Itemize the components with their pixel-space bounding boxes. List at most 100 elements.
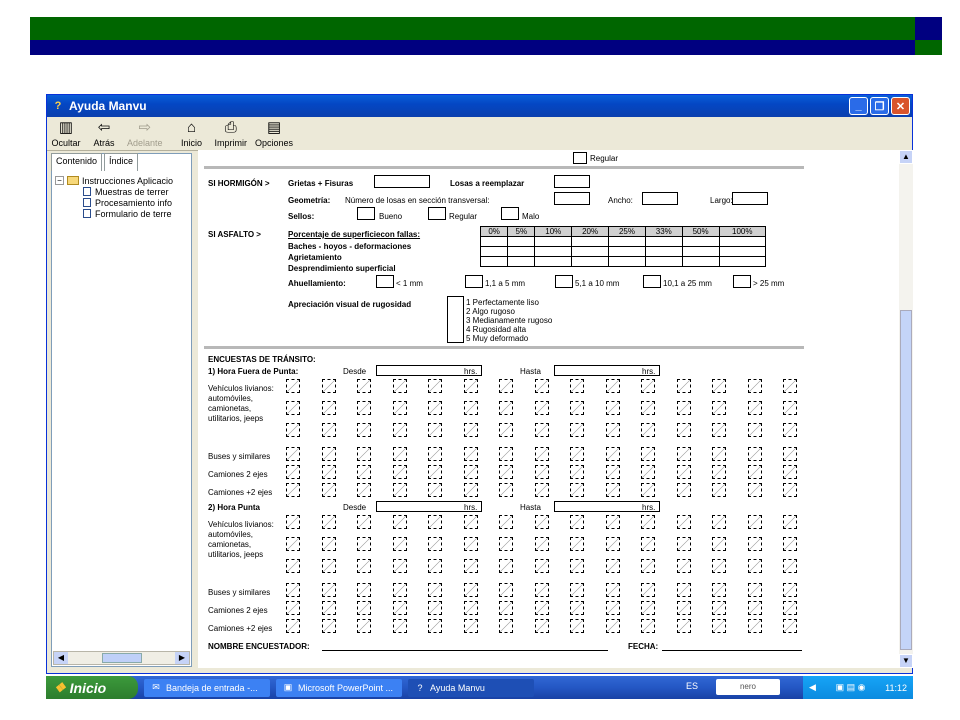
survey-cell[interactable] [428, 447, 442, 461]
survey-cell[interactable] [783, 537, 797, 551]
checkbox-regular[interactable] [428, 207, 446, 220]
nero-search[interactable]: nero [716, 679, 780, 695]
survey-cell[interactable] [534, 465, 549, 479]
survey-cell[interactable] [783, 601, 797, 615]
survey-cell[interactable] [605, 583, 620, 597]
survey-cell[interactable] [286, 423, 300, 437]
restore-button[interactable]: ❐ [870, 97, 889, 115]
survey-cell[interactable] [676, 423, 691, 437]
survey-cell[interactable] [783, 379, 797, 393]
tab-contents[interactable]: Contenido [51, 153, 103, 171]
survey-cell[interactable] [641, 515, 655, 529]
content-vertical-scrollbar[interactable]: ▲ ▼ [899, 150, 913, 668]
survey-cell[interactable] [428, 619, 442, 633]
survey-cell[interactable] [783, 583, 797, 597]
survey-cell[interactable] [534, 483, 549, 497]
survey-cell[interactable] [428, 465, 442, 479]
survey-cell[interactable] [570, 583, 584, 597]
survey-cell[interactable] [499, 601, 513, 615]
forward-button[interactable]: ⇨ Adelante [127, 120, 163, 149]
survey-cell[interactable] [676, 465, 691, 479]
survey-cell[interactable] [463, 601, 478, 615]
survey-cell[interactable] [712, 537, 726, 551]
survey-cell[interactable] [676, 583, 691, 597]
survey-cell[interactable] [392, 601, 407, 615]
survey-cell[interactable] [534, 537, 549, 551]
survey-cell[interactable] [747, 401, 762, 415]
tray-arrow-icon[interactable]: ◀ [809, 682, 816, 693]
home-button[interactable]: ⌂ Inicio [177, 120, 207, 149]
survey-cell[interactable] [499, 447, 513, 461]
survey-cell[interactable] [357, 537, 371, 551]
rugosidad-box[interactable] [447, 296, 464, 343]
survey-cell[interactable] [357, 447, 371, 461]
survey-cell[interactable] [499, 619, 513, 633]
survey-cell[interactable] [321, 447, 336, 461]
survey-cell[interactable] [712, 559, 726, 573]
survey-cell[interactable] [641, 401, 655, 415]
survey-cell[interactable] [605, 379, 620, 393]
survey-cell[interactable] [428, 379, 442, 393]
survey-cell[interactable] [570, 379, 584, 393]
fecha-line[interactable] [662, 650, 802, 651]
survey-cell[interactable] [286, 401, 300, 415]
close-button[interactable]: ✕ [891, 97, 910, 115]
survey-cell[interactable] [712, 401, 726, 415]
survey-cell[interactable] [570, 601, 584, 615]
survey-cell[interactable] [570, 447, 584, 461]
scroll-right-icon[interactable]: ▶ [175, 652, 189, 664]
tree-horizontal-scrollbar[interactable]: ◀ ▶ [53, 651, 190, 665]
survey-cell[interactable] [605, 537, 620, 551]
nombre-line[interactable] [322, 650, 608, 651]
survey-cell[interactable] [321, 423, 336, 437]
survey-cell[interactable] [321, 483, 336, 497]
losas-input[interactable] [554, 175, 590, 188]
survey-cell[interactable] [428, 515, 442, 529]
survey-cell[interactable] [534, 423, 549, 437]
survey-cell[interactable] [499, 423, 513, 437]
survey-cell[interactable] [641, 379, 655, 393]
tree-root[interactable]: − Instrucciones Aplicacio [55, 175, 190, 186]
survey-cell[interactable] [747, 583, 762, 597]
survey-cell[interactable] [286, 379, 300, 393]
survey-cell[interactable] [747, 619, 762, 633]
survey-cell[interactable] [499, 379, 513, 393]
survey-cell[interactable] [747, 537, 762, 551]
survey-cell[interactable] [570, 619, 584, 633]
collapse-icon[interactable]: − [55, 176, 64, 185]
survey-cell[interactable] [605, 559, 620, 573]
scroll-thumb[interactable] [900, 310, 912, 650]
window-titlebar[interactable]: ? Ayuda Manvu _ ❐ ✕ [47, 95, 912, 117]
survey-cell[interactable] [641, 465, 655, 479]
start-button[interactable]: ❖ Inicio [46, 676, 138, 699]
ancho-input[interactable] [642, 192, 678, 205]
survey-cell[interactable] [392, 465, 407, 479]
survey-cell[interactable] [321, 379, 336, 393]
survey-cell[interactable] [321, 619, 336, 633]
options-button[interactable]: ▤ Opciones [255, 120, 293, 149]
survey-cell[interactable] [747, 515, 762, 529]
survey-cell[interactable] [676, 379, 691, 393]
survey-cell[interactable] [499, 515, 513, 529]
scroll-down-icon[interactable]: ▼ [899, 654, 913, 668]
survey-cell[interactable] [605, 447, 620, 461]
survey-cell[interactable] [605, 515, 620, 529]
survey-cell[interactable] [534, 583, 549, 597]
hide-button[interactable]: ▥ Ocultar [51, 120, 81, 149]
survey-cell[interactable] [463, 423, 478, 437]
survey-cell[interactable] [534, 559, 549, 573]
survey-cell[interactable] [747, 601, 762, 615]
tree-item[interactable]: Formulario de terre [55, 208, 190, 219]
survey-cell[interactable] [286, 601, 300, 615]
survey-cell[interactable] [712, 583, 726, 597]
survey-cell[interactable] [392, 401, 407, 415]
survey-cell[interactable] [357, 515, 371, 529]
checkbox-ahuell-5[interactable] [733, 275, 751, 288]
survey-cell[interactable] [534, 515, 549, 529]
survey-cell[interactable] [428, 601, 442, 615]
survey-cell[interactable] [534, 401, 549, 415]
survey-cell[interactable] [712, 619, 726, 633]
survey-cell[interactable] [392, 423, 407, 437]
survey-cell[interactable] [747, 559, 762, 573]
survey-cell[interactable] [676, 447, 691, 461]
